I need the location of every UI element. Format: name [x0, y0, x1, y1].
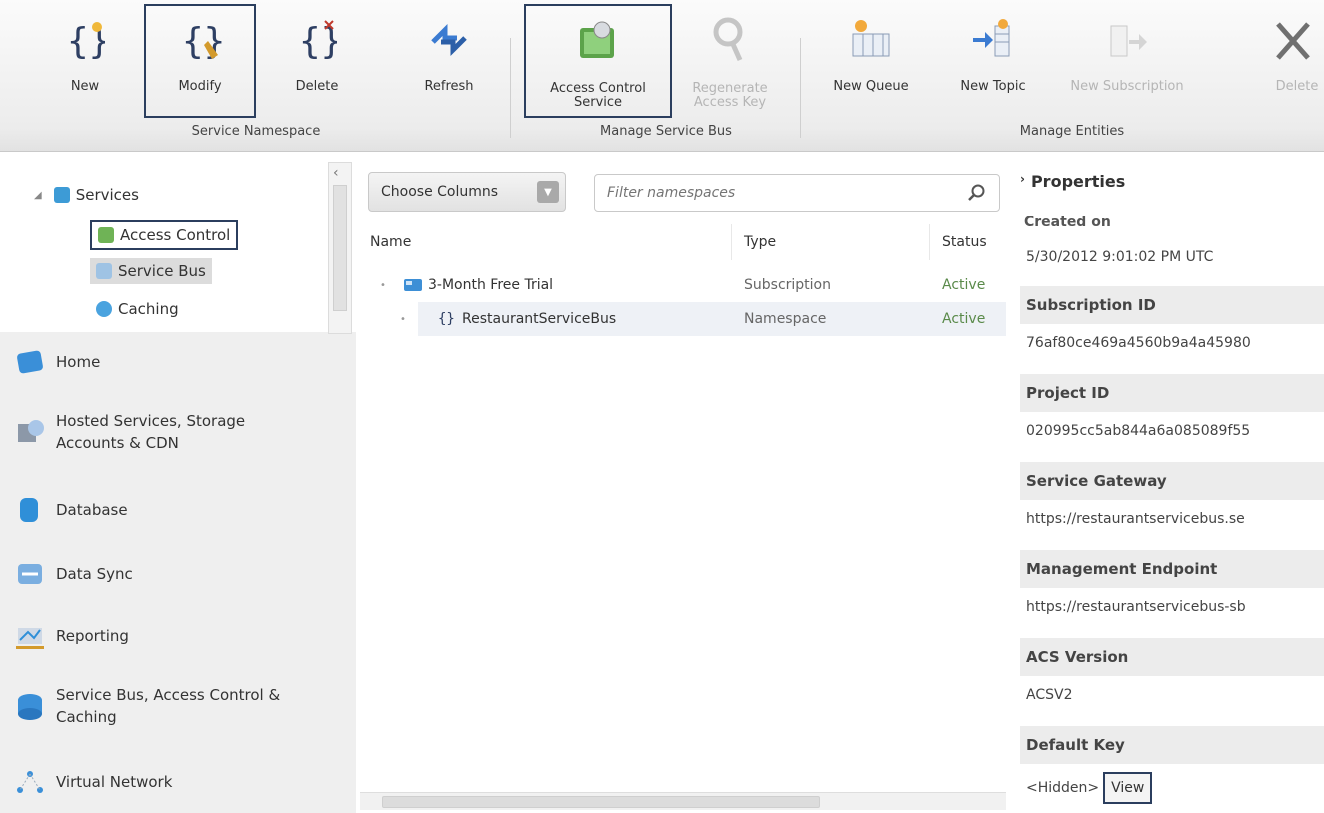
topic-icon: [965, 12, 1021, 68]
namespace-new-icon: {}: [57, 12, 113, 68]
chevron-right-icon[interactable]: ›: [1020, 172, 1025, 186]
database-icon: [20, 498, 38, 522]
prop-value-subscription-id: 76af80ce469a4560b9a4a45980: [1026, 335, 1251, 351]
prop-label-acs-version: ACS Version: [1020, 638, 1324, 676]
prop-label-subscription-id: Subscription ID: [1020, 286, 1324, 324]
service-bus-icon: [96, 263, 112, 279]
home-icon: [17, 350, 43, 374]
row-status: Active: [942, 277, 986, 293]
filter-box: [594, 174, 1000, 212]
choose-columns-button[interactable]: Choose Columns ▼: [368, 172, 566, 212]
column-header-status[interactable]: Status: [932, 224, 1006, 260]
prop-value-service-gateway: https://restaurantservicebus.se: [1026, 511, 1245, 527]
new-subscription-button[interactable]: New Subscription: [1060, 6, 1194, 118]
regenerate-access-key-button[interactable]: Regenerate Access Key: [676, 6, 784, 118]
collapse-arrow-icon[interactable]: ‹: [333, 165, 339, 181]
prop-value-management-endpoint: https://restaurantservicebus-sb: [1026, 599, 1246, 615]
key-icon: [702, 12, 758, 68]
tree-item-caching[interactable]: Caching: [96, 300, 179, 318]
row-name: RestaurantServiceBus: [462, 311, 617, 327]
row-status: Active: [942, 311, 986, 327]
nav-data-sync[interactable]: Data Sync: [14, 558, 133, 590]
properties-header[interactable]: › Properties: [1020, 172, 1125, 191]
search-icon[interactable]: [967, 183, 987, 203]
delete-x-icon: [1264, 12, 1320, 68]
nav-database[interactable]: Database: [14, 494, 128, 526]
expand-dot-icon: •: [400, 313, 406, 325]
services-icon: [53, 187, 70, 203]
nav-hosted-services[interactable]: Hosted Services, Storage Accounts & CDN: [14, 410, 316, 454]
tree-scrollbar[interactable]: ‹: [328, 162, 352, 334]
new-queue-button[interactable]: New Queue: [814, 6, 928, 118]
column-header-type[interactable]: Type: [734, 224, 930, 260]
tree-item-service-bus[interactable]: Service Bus: [90, 258, 212, 284]
new-namespace-button[interactable]: {} New: [40, 6, 130, 118]
chevron-down-icon[interactable]: ▼: [537, 181, 559, 203]
namespace-icon: {}: [438, 311, 455, 327]
ribbon-separator: [800, 38, 801, 138]
expand-dot-icon[interactable]: •: [380, 268, 386, 302]
delete-entity-button[interactable]: Delete: [1222, 6, 1324, 118]
prop-label-default-key: Default Key: [1020, 726, 1324, 764]
column-header-name[interactable]: Name: [360, 224, 732, 260]
hosted-services-icon: [18, 420, 44, 442]
scroll-thumb[interactable]: [382, 796, 820, 808]
group-label-manage-service-bus: Manage Service Bus: [600, 124, 732, 139]
delete-namespace-button[interactable]: {} Delete: [272, 6, 362, 118]
group-label-manage-entities: Manage Entities: [1019, 124, 1125, 139]
queue-icon: [843, 12, 899, 68]
services-tree: ◢ Services Access Control Service Bus Ca…: [0, 152, 356, 334]
table-row[interactable]: • {} RestaurantServiceBus Namespace Acti…: [400, 302, 1006, 336]
subscription-icon: [1099, 12, 1155, 68]
ribbon: {} New {} Modify {} Delete Refresh Acces…: [0, 0, 1324, 152]
modify-namespace-button[interactable]: {} Modify: [144, 4, 256, 118]
prop-value-project-id: 020995cc5ab844a6a085089f55: [1026, 423, 1251, 439]
table-row[interactable]: • 3-Month Free Trial Subscription Active: [360, 268, 1006, 302]
virtual-network-icon: [17, 771, 43, 793]
access-control-service-button[interactable]: Access Control Service: [524, 4, 672, 118]
row-type: Namespace: [744, 311, 827, 327]
scroll-thumb[interactable]: [333, 185, 347, 311]
namespace-list-panel: Choose Columns ▼ Name Type Status • 3-Mo…: [360, 162, 1006, 813]
access-control-icon: [570, 12, 626, 68]
namespace-delete-icon: {}: [289, 12, 345, 68]
horizontal-scrollbar[interactable]: [360, 792, 1006, 810]
view-key-button[interactable]: View: [1103, 772, 1153, 804]
reporting-icon: [16, 628, 44, 649]
left-navigation: ◢ Services Access Control Service Bus Ca…: [0, 152, 356, 813]
nav-virtual-network[interactable]: Virtual Network: [14, 766, 172, 798]
subscription-icon: [404, 268, 422, 302]
properties-panel: › Properties Created on 5/30/2012 9:01:02…: [1014, 160, 1324, 813]
row-type: Subscription: [744, 277, 831, 293]
data-sync-icon: [18, 564, 42, 584]
prop-label-project-id: Project ID: [1020, 374, 1324, 412]
nav-reporting[interactable]: Reporting: [14, 620, 129, 652]
prop-value-default-key: <Hidden> View: [1020, 768, 1324, 808]
grid-header: Name Type Status: [360, 224, 1006, 260]
access-control-icon: [98, 227, 114, 243]
refresh-button[interactable]: Refresh: [404, 6, 494, 118]
tree-root-services[interactable]: ◢ Services: [34, 186, 139, 204]
namespace-modify-icon: {}: [172, 12, 228, 68]
prop-value-acs-version: ACSV2: [1026, 687, 1073, 703]
prop-label-created-on: Created on: [1024, 216, 1111, 226]
expand-arrow-icon[interactable]: ◢: [34, 190, 42, 201]
prop-label-service-gateway: Service Gateway: [1020, 462, 1324, 500]
new-topic-button[interactable]: New Topic: [938, 6, 1048, 118]
refresh-icon: [421, 12, 477, 68]
nav-home[interactable]: Home: [14, 346, 100, 378]
group-label-service-namespace: Service Namespace: [191, 124, 321, 139]
prop-value-created-on: 5/30/2012 9:01:02 PM UTC: [1026, 249, 1214, 265]
prop-label-management-endpoint: Management Endpoint: [1020, 550, 1324, 588]
caching-icon: [96, 301, 112, 317]
ribbon-separator: [510, 38, 511, 138]
tree-item-access-control[interactable]: Access Control: [90, 220, 239, 250]
filter-namespaces-input[interactable]: [605, 184, 945, 202]
service-bus-icon: [18, 694, 42, 720]
nav-service-bus[interactable]: Service Bus, Access Control & Caching: [14, 684, 326, 728]
row-name: 3-Month Free Trial: [428, 277, 554, 293]
